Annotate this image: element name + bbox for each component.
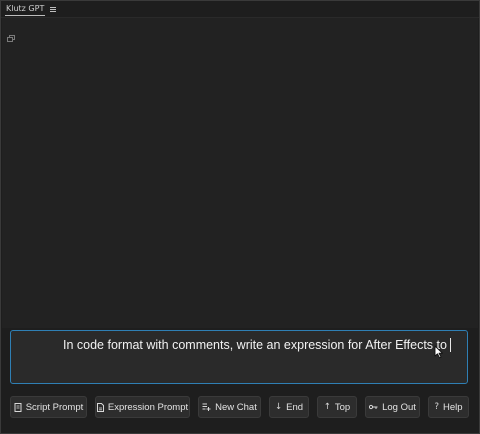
key-icon (369, 404, 378, 410)
log-out-button[interactable]: Log Out (365, 396, 420, 418)
new-chat-icon (202, 403, 211, 411)
panel-tab-label[interactable]: Klutz GPT (5, 3, 46, 16)
mouse-pointer-icon (434, 345, 443, 359)
top-button[interactable]: ↑ Top (317, 396, 357, 418)
expand-icon[interactable] (7, 35, 15, 42)
panel-tab[interactable]: Klutz GPT (5, 2, 57, 17)
arrow-down-icon: ↓ (274, 402, 283, 412)
end-label: End (286, 401, 304, 413)
script-icon (14, 402, 22, 412)
chat-history-area[interactable] (2, 18, 478, 328)
log-out-label: Log Out (382, 401, 416, 413)
new-chat-label: New Chat (215, 401, 257, 413)
end-button[interactable]: ↓ End (269, 396, 309, 418)
prompt-input-value[interactable]: In code format with comments, write an e… (63, 338, 447, 352)
help-label: Help (442, 401, 463, 413)
hamburger-menu-icon[interactable] (50, 7, 57, 12)
top-label: Top (334, 401, 351, 413)
text-caret (449, 338, 451, 352)
prompt-input-text[interactable]: In code format with comments, write an e… (63, 338, 451, 352)
script-prompt-label: Script Prompt (25, 401, 84, 413)
arrow-up-icon: ↑ (323, 402, 331, 412)
question-icon: ? (434, 402, 439, 412)
prompt-input[interactable]: In code format with comments, write an e… (10, 330, 468, 384)
script-prompt-button[interactable]: Script Prompt (10, 396, 87, 418)
document-icon (96, 402, 104, 412)
expression-prompt-label: Expression Prompt (107, 401, 189, 413)
expression-prompt-button[interactable]: Expression Prompt (95, 396, 190, 418)
new-chat-button[interactable]: New Chat (198, 396, 261, 418)
help-button[interactable]: ? Help (428, 396, 469, 418)
